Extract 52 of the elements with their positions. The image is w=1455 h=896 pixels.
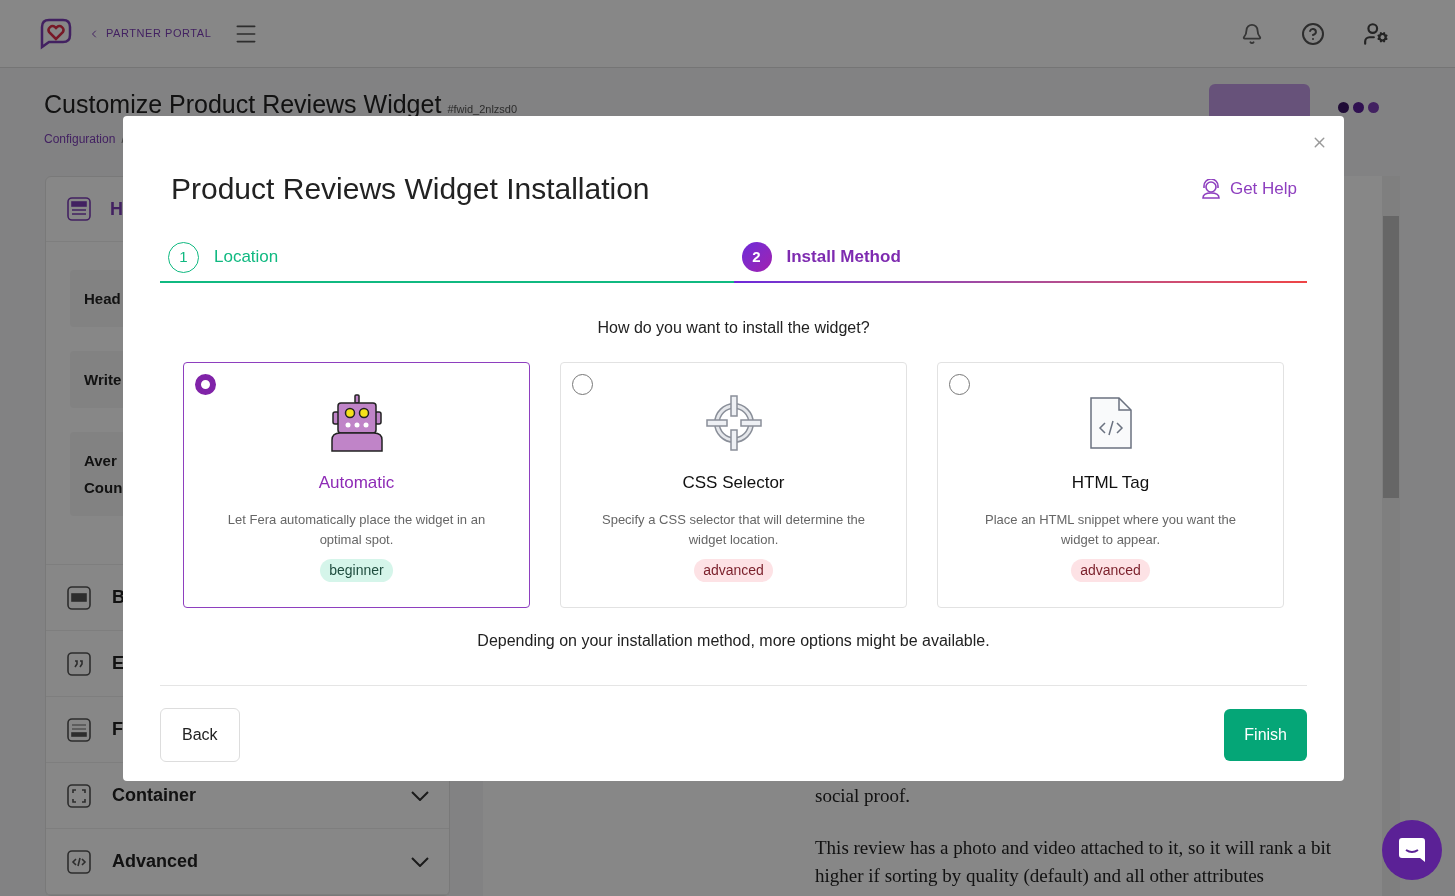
heart-logo-icon <box>38 16 74 51</box>
section-title[interactable]: H <box>110 195 123 223</box>
chat-button[interactable] <box>1382 820 1442 880</box>
radio-button[interactable] <box>949 374 970 395</box>
chevron-down-icon <box>411 790 429 801</box>
crosshair-icon <box>705 395 762 451</box>
help-button[interactable] <box>1301 21 1325 46</box>
step-label: Location <box>214 246 279 269</box>
support-agent-icon <box>1201 178 1220 199</box>
back-button[interactable]: Back <box>160 708 240 762</box>
notifications-button[interactable] <box>1241 22 1263 45</box>
review-paragraph: This review has a photo and video attached to it, so it will rank a bit higher if sorting by quality (default) and all other attributes <box>815 836 1332 888</box>
install-option-card[interactable]: CSS Selector Specify a CSS selector that will determine the widget location. advanced <box>560 362 907 608</box>
level-tag: advanced <box>1071 558 1150 582</box>
finish-button[interactable]: Finish <box>1224 709 1307 761</box>
code-icon <box>66 848 92 875</box>
option-title: CSS Selector <box>682 472 785 494</box>
get-help-link[interactable]: Get Help <box>1201 175 1297 202</box>
option-description: Let Fera automatically place the widget in an optimal spot. <box>226 510 487 549</box>
option-description: Place an HTML snippet where you want the widget to appear. <box>984 510 1237 549</box>
installation-note: Depending on your installation method, more options might be available. <box>476 631 991 651</box>
level-tag: beginner <box>320 558 393 582</box>
breadcrumb-link[interactable]: Configuration <box>44 129 116 148</box>
more-dots-icon <box>1338 102 1379 113</box>
chat-icon <box>1398 836 1426 864</box>
chevron-down-icon <box>411 856 429 867</box>
robot-icon <box>330 394 383 452</box>
widget-id: #fwid_2nlzsd0 <box>447 102 518 117</box>
install-question: How do you want to install the widget? <box>596 318 871 338</box>
dialog-title: Product Reviews Widget Installation <box>171 171 651 207</box>
step-label: Install Method <box>786 246 901 269</box>
option-title: Automatic <box>318 472 395 494</box>
section-row[interactable]: Advanced <box>46 829 449 895</box>
code-file-icon <box>1088 396 1133 450</box>
option-title: HTML Tag <box>1071 472 1150 494</box>
header-section-icon <box>66 196 92 222</box>
step-tab[interactable]: 2 Install Method <box>733 235 1307 283</box>
review-paragraph: social proof. <box>815 784 911 808</box>
level-tag: advanced <box>694 558 773 582</box>
back-link[interactable]: PARTNER PORTAL <box>88 25 212 42</box>
footer-icon <box>66 716 92 743</box>
frame-icon <box>66 782 92 809</box>
radio-button[interactable] <box>195 374 216 395</box>
bar-icon <box>66 584 92 611</box>
option-description: Specify a CSS selector that will determine the widget location. <box>601 510 866 549</box>
quote-icon <box>66 650 92 677</box>
radio-button[interactable] <box>572 374 593 395</box>
account-settings-button[interactable] <box>1363 20 1389 47</box>
page-title: Customize Product Reviews Widget <box>44 89 442 120</box>
step-number: 2 <box>741 242 772 272</box>
install-option-card[interactable]: Automatic Let Fera automatically place the widget in an optimal spot. beginner <box>183 362 530 608</box>
install-option-card[interactable]: HTML Tag Place an HTML snippet where you want the widget to appear. advanced <box>937 362 1284 608</box>
